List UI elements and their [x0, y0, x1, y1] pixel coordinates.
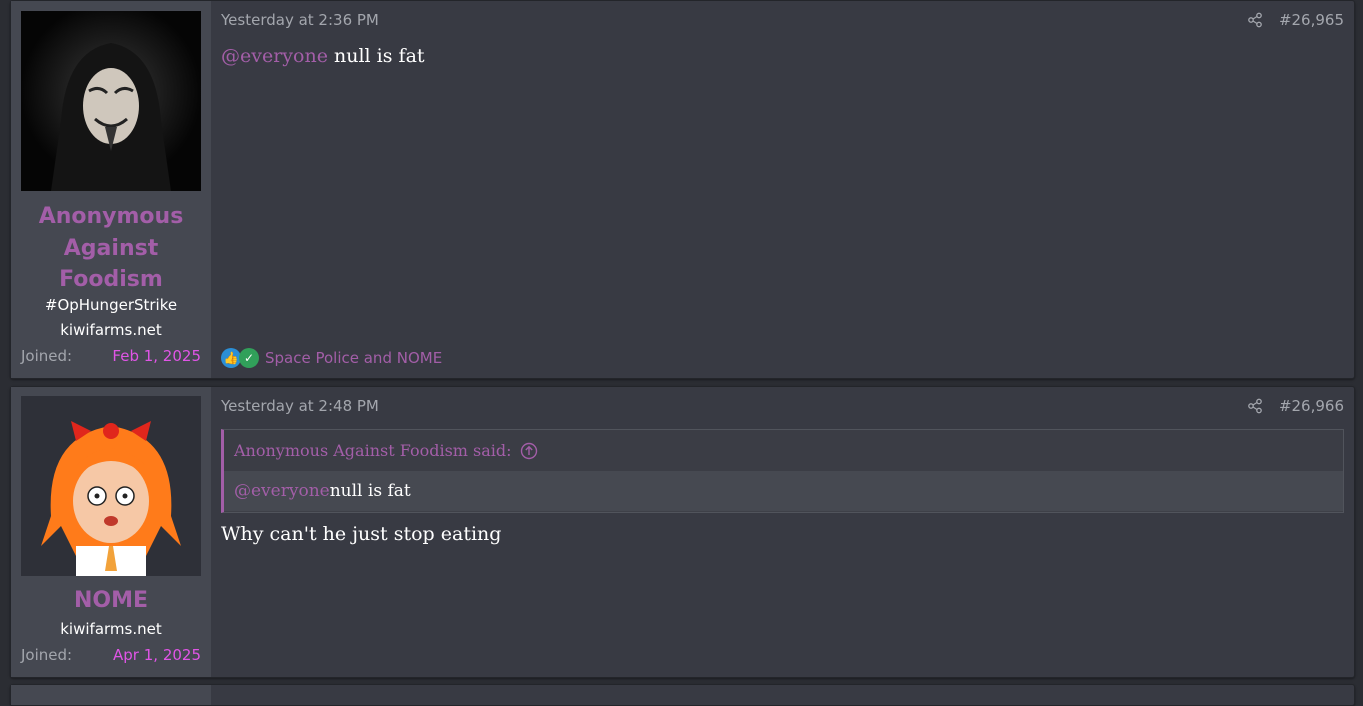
joined-date: Feb 1, 2025 — [112, 347, 201, 365]
post-main: Yesterday at 2:48 PM #26,966 Anonymous A… — [211, 387, 1354, 677]
like-icon: 👍 — [221, 348, 241, 368]
check-icon: ✓ — [239, 348, 259, 368]
post-body: @everyone null is fat — [221, 45, 425, 67]
post-number[interactable]: #26,965 — [1279, 11, 1344, 29]
user-site: kiwifarms.net — [60, 321, 162, 339]
joined-row: Joined: Apr 1, 2025 — [21, 646, 201, 664]
joined-label: Joined: — [21, 646, 73, 664]
post-number[interactable]: #26,966 — [1279, 397, 1344, 415]
user-info: Anonymous Against Foodism #OpHungerStrik… — [11, 1, 211, 378]
post-26965: Anonymous Against Foodism #OpHungerStrik… — [10, 0, 1355, 379]
avatar[interactable] — [21, 396, 201, 576]
mention-link[interactable]: @everyone — [234, 481, 330, 501]
user-info: NOME kiwifarms.net Joined: Apr 1, 2025 — [11, 387, 211, 677]
arrow-up-circle-icon[interactable] — [520, 442, 538, 460]
post-main — [211, 685, 1354, 705]
mention-link[interactable]: @everyone — [221, 45, 328, 67]
quote-content: @everyone null is fat — [224, 471, 1343, 511]
share-icon[interactable] — [1247, 398, 1263, 414]
share-icon[interactable] — [1247, 12, 1263, 28]
quote-author[interactable]: Anonymous Against Foodism said: — [234, 441, 512, 460]
user-info — [11, 685, 211, 705]
post-text: null is fat — [327, 45, 425, 67]
reactions-list[interactable]: Space Police and NOME — [265, 349, 442, 367]
joined-date: Apr 1, 2025 — [113, 646, 201, 664]
username[interactable]: Anonymous Against Foodism — [11, 201, 211, 296]
post-date[interactable]: Yesterday at 2:48 PM — [221, 397, 379, 415]
quote-block: Anonymous Against Foodism said: @everyon… — [221, 429, 1344, 513]
joined-row: Joined: Feb 1, 2025 — [21, 347, 201, 365]
avatar[interactable] — [21, 11, 201, 191]
post-date[interactable]: Yesterday at 2:36 PM — [221, 11, 379, 29]
next-post-edge — [10, 684, 1355, 706]
username[interactable]: NOME — [11, 585, 211, 617]
post-body: Why can't he just stop eating — [221, 523, 502, 545]
joined-label: Joined: — [21, 347, 73, 365]
quote-header[interactable]: Anonymous Against Foodism said: — [224, 430, 1343, 471]
post-main: Yesterday at 2:36 PM #26,965 @everyone n… — [211, 1, 1354, 378]
reactions-bar[interactable]: 👍 ✓ Space Police and NOME — [221, 348, 442, 368]
post-actions: #26,966 — [1247, 397, 1344, 415]
user-title: #OpHungerStrike — [44, 296, 178, 314]
post-26966: NOME kiwifarms.net Joined: Apr 1, 2025 Y… — [10, 386, 1355, 678]
user-site: kiwifarms.net — [60, 620, 162, 638]
post-actions: #26,965 — [1247, 11, 1344, 29]
quote-text: null is fat — [329, 481, 411, 501]
